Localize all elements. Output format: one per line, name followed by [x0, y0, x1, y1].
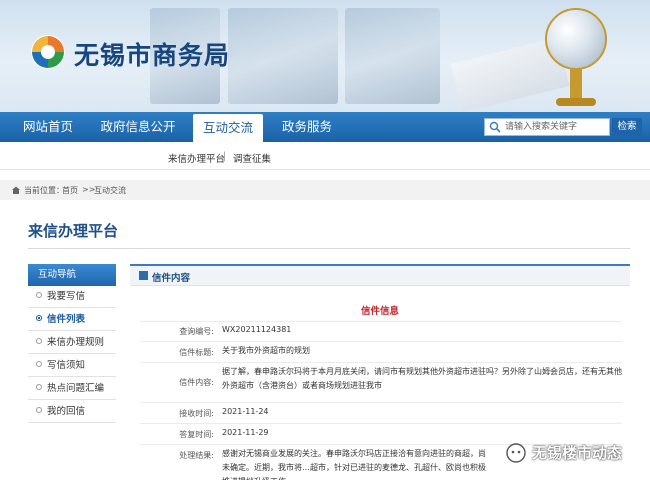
sidebar-item-hot-topics[interactable]: 热点问题汇编	[28, 378, 116, 400]
subnav-letters[interactable]: 来信办理平台	[168, 151, 225, 165]
letter-info-title: 信件信息	[360, 306, 399, 317]
globe-base	[556, 98, 596, 106]
header-banner: 无锡市商务局	[0, 0, 650, 112]
field-value-query-id: WX20211124381	[222, 325, 292, 334]
globe-stand	[570, 68, 582, 102]
row-divider	[140, 402, 622, 403]
sidebar-item-notice[interactable]: 写信须知	[28, 355, 116, 377]
search-icon	[489, 121, 501, 133]
field-label-content: 信件内容:	[179, 378, 214, 387]
field-label-title: 信件标题:	[179, 348, 214, 357]
content-header-label: 信件内容	[152, 273, 191, 284]
nav-item-services[interactable]: 政务服务	[270, 112, 344, 142]
sidebar-header: 互动导航	[28, 264, 116, 286]
sidebar-item-write-letter[interactable]: 我要写信	[28, 286, 116, 308]
banner-photo	[345, 8, 440, 104]
nav-item-interaction[interactable]: 互动交流	[193, 114, 263, 142]
field-label-query-id: 查询编号:	[179, 327, 214, 336]
sidebar-item-label: 我要写信	[47, 291, 86, 302]
sidebar-item-rules[interactable]: 来信办理规则	[28, 332, 116, 354]
sidebar-item-label: 热点问题汇编	[47, 383, 105, 394]
field-value-title: 关于我市外资超市的规划	[222, 346, 310, 355]
field-label-result: 处理结果:	[179, 451, 214, 460]
breadcrumb: 当前位置： 首页 >> 互动交流	[0, 180, 650, 200]
nav-item-gov-info[interactable]: 政府信息公开	[90, 112, 186, 142]
radio-dot-icon	[36, 315, 42, 321]
row-divider	[140, 341, 622, 342]
site-logo-icon	[31, 35, 65, 69]
site-title: 无锡市商务局	[74, 41, 231, 70]
field-value-content: 据了解，春申路沃尔玛将于本月月底关闭，请问市有规划其他外资超市进驻吗？另外除了山…	[222, 367, 622, 390]
sidebar-item-letter-list[interactable]: 信件列表	[28, 309, 116, 331]
field-value-replied: 2021-11-29	[222, 428, 269, 437]
subnav-separator: |	[223, 151, 227, 162]
field-value-result: 感谢对无锡商业发展的关注。春申路沃尔玛店正接洽有意向进驻的商超，尚未确定。近期，…	[222, 449, 486, 480]
field-label-received: 接收时间:	[179, 409, 214, 418]
search-input[interactable]: 请输入搜索关键字	[484, 118, 610, 136]
radio-dot-icon	[36, 407, 42, 413]
watermark-text: 无锡楼市动态	[532, 444, 623, 462]
sidebar-item-my-replies[interactable]: 我的回信	[28, 401, 116, 423]
nav-item-home[interactable]: 网站首页	[8, 112, 88, 142]
row-divider	[140, 321, 622, 322]
home-icon	[12, 186, 20, 194]
wechat-logo-icon	[506, 443, 526, 463]
sidebar-item-label: 信件列表	[47, 314, 86, 325]
breadcrumb-current[interactable]: 互动交流	[94, 185, 126, 196]
content-header: 信件内容	[130, 264, 630, 286]
field-value-received: 2021-11-24	[222, 407, 269, 416]
row-divider	[140, 423, 622, 424]
search-button[interactable]: 检索	[612, 118, 642, 136]
row-divider	[140, 362, 622, 363]
square-bullet-icon	[139, 271, 148, 280]
radio-dot-icon	[36, 384, 42, 390]
sub-nav: 来信办理平台 | 调查征集	[0, 142, 650, 170]
subnav-survey[interactable]: 调查征集	[233, 151, 271, 165]
page-root: 无锡市商务局 网站首页 政府信息公开 互动交流 政务服务 请输入搜索关键字 检索…	[0, 0, 650, 480]
breadcrumb-prefix: 当前位置：	[24, 186, 64, 195]
radio-dot-icon	[36, 361, 42, 367]
radio-dot-icon	[36, 338, 42, 344]
sidebar-item-label: 我的回信	[47, 406, 86, 417]
banner-photo	[228, 8, 338, 104]
sidebar-item-label: 写信须知	[47, 360, 86, 371]
sidebar-item-label: 来信办理规则	[47, 337, 105, 348]
radio-dot-icon	[36, 292, 42, 298]
page-title: 来信办理平台	[28, 222, 119, 240]
field-label-replied: 答复时间:	[179, 430, 214, 439]
breadcrumb-home[interactable]: 首页	[62, 185, 78, 196]
divider	[28, 248, 630, 249]
globe-icon	[545, 8, 607, 70]
